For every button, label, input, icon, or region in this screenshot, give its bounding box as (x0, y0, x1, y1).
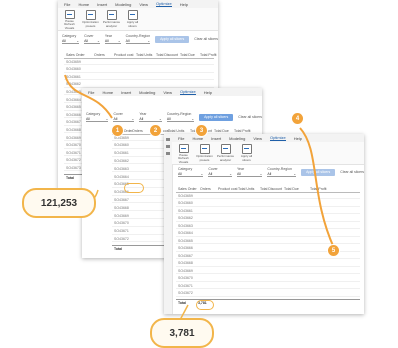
step-marker-3: 3 (196, 125, 207, 136)
total-highlight-filtered (196, 300, 214, 310)
callout-total-unfiltered: 121,253 (22, 188, 96, 218)
step-marker-4: 4 (292, 113, 303, 124)
callout-total-filtered: 3,781 (150, 318, 214, 348)
arrow-to-step-1 (64, 74, 113, 119)
arrow-to-step-5 (299, 127, 335, 249)
total-highlight-unfiltered (124, 183, 144, 193)
step-marker-2: 2 (150, 125, 161, 136)
step-marker-1: 1 (112, 125, 123, 136)
step-marker-5: 5 (328, 245, 339, 256)
flow-arrows (64, 74, 335, 321)
